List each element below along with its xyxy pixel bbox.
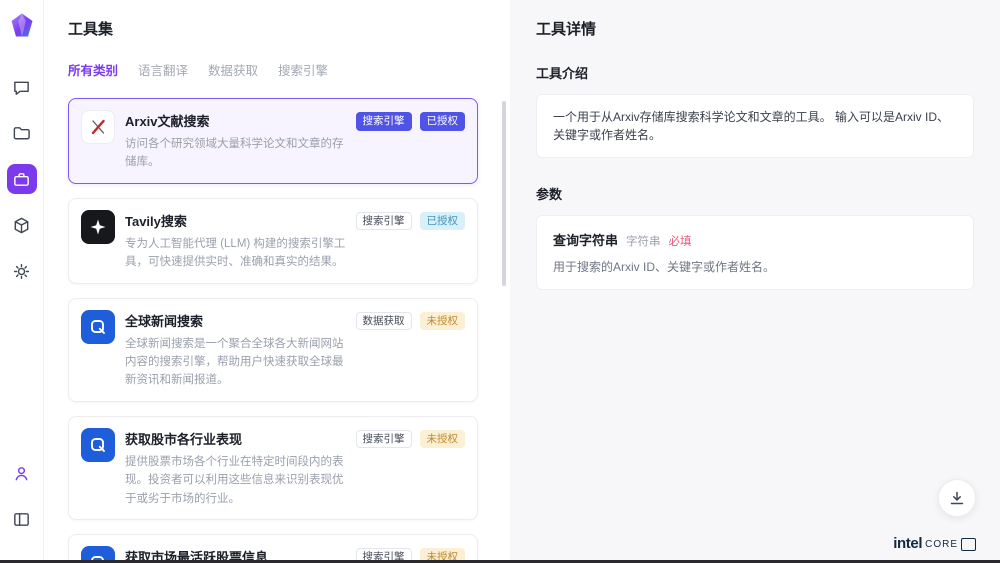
intel-badge-icon bbox=[961, 538, 976, 551]
tab-data-fetching[interactable]: 数据获取 bbox=[208, 57, 258, 82]
tool-description: 提供股票市场各个行业在特定时间段内的表现。投资者可以利用这些信息来识别表现优于或… bbox=[125, 453, 346, 508]
category-badge: 搜索引擎 bbox=[356, 212, 412, 231]
tool-card-body: 获取市场最活跃股票信息 提供当天交易量最高的股票列表，投资者可以利用这些信息来识… bbox=[125, 546, 346, 560]
auth-badge: 未授权 bbox=[420, 548, 466, 560]
package-icon[interactable] bbox=[7, 210, 37, 240]
core-wordmark: CORE bbox=[925, 540, 958, 550]
tool-card-body: Tavily搜索 专为人工智能代理 (LLM) 构建的搜索引擎工具，可快速提供实… bbox=[125, 210, 346, 272]
tool-card-list: Arxiv文献搜索 访问各个研究领域大量科学论文和文章的存储库。 搜索引擎 已授… bbox=[44, 95, 510, 560]
parameter-description: 用于搜索的Arxiv ID、关键字或作者姓名。 bbox=[553, 258, 957, 275]
tool-detail-panel: 工具详情 工具介绍 一个用于从Arxiv存储库搜索科学论文和文章的工具。 输入可… bbox=[510, 0, 1000, 560]
tool-description: 全球新闻搜索是一个聚合全球各大新闻网站内容的搜索引擎，帮助用户快速获取全球最新资… bbox=[125, 335, 346, 390]
tool-intro-card: 一个用于从Arxiv存储库搜索科学论文和文章的工具。 输入可以是Arxiv ID… bbox=[536, 94, 974, 158]
category-badge: 搜索引擎 bbox=[356, 548, 412, 560]
parameter-name: 查询字符串 bbox=[553, 230, 618, 249]
chat-icon[interactable] bbox=[7, 72, 37, 102]
scrollbar-thumb[interactable] bbox=[502, 101, 506, 286]
intel-core-logo: intel CORE bbox=[893, 536, 976, 551]
category-badge: 搜索引擎 bbox=[356, 430, 412, 449]
icon-rail bbox=[0, 0, 44, 560]
intel-wordmark: intel bbox=[893, 536, 922, 551]
news-search-icon bbox=[81, 310, 115, 344]
params-heading: 参数 bbox=[536, 184, 974, 203]
arxiv-logo-icon bbox=[81, 110, 115, 144]
tool-title: 获取股市各行业表现 bbox=[125, 429, 346, 448]
tool-card[interactable]: 全球新闻搜索 全球新闻搜索是一个聚合全球各大新闻网站内容的搜索引擎，帮助用户快速… bbox=[68, 298, 478, 402]
toolbox-icon[interactable] bbox=[7, 164, 37, 194]
tool-badges: 搜索引擎 未授权 bbox=[356, 428, 466, 508]
tool-title: 全球新闻搜索 bbox=[125, 311, 346, 330]
tab-language-translation[interactable]: 语言翻译 bbox=[138, 57, 188, 82]
tool-badges: 数据获取 未授权 bbox=[356, 310, 466, 390]
sparkle-icon bbox=[81, 210, 115, 244]
tool-badges: 搜索引擎 未授权 bbox=[356, 546, 466, 560]
sidebar-bottom-nav bbox=[7, 458, 37, 550]
tool-card-body: 全球新闻搜索 全球新闻搜索是一个聚合全球各大新闻网站内容的搜索引擎，帮助用户快速… bbox=[125, 310, 346, 390]
tool-title: 获取市场最活跃股票信息 bbox=[125, 547, 346, 560]
tool-badges: 搜索引擎 已授权 bbox=[356, 110, 466, 172]
download-button[interactable] bbox=[938, 479, 976, 517]
page-title: 工具集 bbox=[44, 18, 510, 39]
tab-search-engines[interactable]: 搜索引擎 bbox=[278, 57, 328, 82]
auth-badge: 未授权 bbox=[420, 430, 466, 449]
parameter-required-badge: 必填 bbox=[669, 233, 692, 249]
auth-badge: 已授权 bbox=[420, 112, 466, 131]
tool-title: Tavily搜索 bbox=[125, 211, 346, 230]
tool-badges: 搜索引擎 已授权 bbox=[356, 210, 466, 272]
user-icon[interactable] bbox=[7, 458, 37, 488]
parameter-type: 字符串 bbox=[626, 233, 661, 249]
tool-card[interactable]: Arxiv文献搜索 访问各个研究领域大量科学论文和文章的存储库。 搜索引擎 已授… bbox=[68, 98, 478, 184]
parameter-card: 查询字符串 字符串 必填 用于搜索的Arxiv ID、关键字或作者姓名。 bbox=[536, 215, 974, 290]
detail-title: 工具详情 bbox=[536, 18, 974, 39]
stock-sector-icon bbox=[81, 428, 115, 462]
sidebar-nav bbox=[7, 72, 37, 302]
category-badge: 数据获取 bbox=[356, 312, 412, 331]
app-logo-icon[interactable] bbox=[9, 12, 35, 38]
category-tabs: 所有类别语言翻译数据获取搜索引擎 bbox=[44, 57, 510, 82]
tools-panel: 工具集 所有类别语言翻译数据获取搜索引擎 Arxiv文献搜索 访问各个研究领域大… bbox=[44, 0, 510, 560]
tool-card[interactable]: 获取市场最活跃股票信息 提供当天交易量最高的股票列表，投资者可以利用这些信息来识… bbox=[68, 534, 478, 560]
parameter-header: 查询字符串 字符串 必填 bbox=[553, 230, 957, 249]
download-icon bbox=[949, 490, 965, 506]
auth-badge: 已授权 bbox=[420, 212, 466, 231]
category-badge: 搜索引擎 bbox=[356, 112, 412, 131]
tool-title: Arxiv文献搜索 bbox=[125, 111, 346, 130]
tool-description: 访问各个研究领域大量科学论文和文章的存储库。 bbox=[125, 135, 346, 172]
tab-all-categories[interactable]: 所有类别 bbox=[68, 57, 118, 82]
auth-badge: 未授权 bbox=[420, 312, 466, 331]
tool-card-body: 获取股市各行业表现 提供股票市场各个行业在特定时间段内的表现。投资者可以利用这些… bbox=[125, 428, 346, 508]
app-window: 工具集 所有类别语言翻译数据获取搜索引擎 Arxiv文献搜索 访问各个研究领域大… bbox=[0, 0, 1000, 560]
tool-card[interactable]: 获取股市各行业表现 提供股票市场各个行业在特定时间段内的表现。投资者可以利用这些… bbox=[68, 416, 478, 520]
panel-toggle-icon[interactable] bbox=[7, 504, 37, 534]
tool-card[interactable]: Tavily搜索 专为人工智能代理 (LLM) 构建的搜索引擎工具，可快速提供实… bbox=[68, 198, 478, 284]
folder-icon[interactable] bbox=[7, 118, 37, 148]
intro-heading: 工具介绍 bbox=[536, 63, 974, 82]
active-stocks-icon bbox=[81, 546, 115, 560]
tool-description: 专为人工智能代理 (LLM) 构建的搜索引擎工具，可快速提供实时、准确和真实的结… bbox=[125, 235, 346, 272]
tool-card-body: Arxiv文献搜索 访问各个研究领域大量科学论文和文章的存储库。 bbox=[125, 110, 346, 172]
gear-icon[interactable] bbox=[7, 256, 37, 286]
